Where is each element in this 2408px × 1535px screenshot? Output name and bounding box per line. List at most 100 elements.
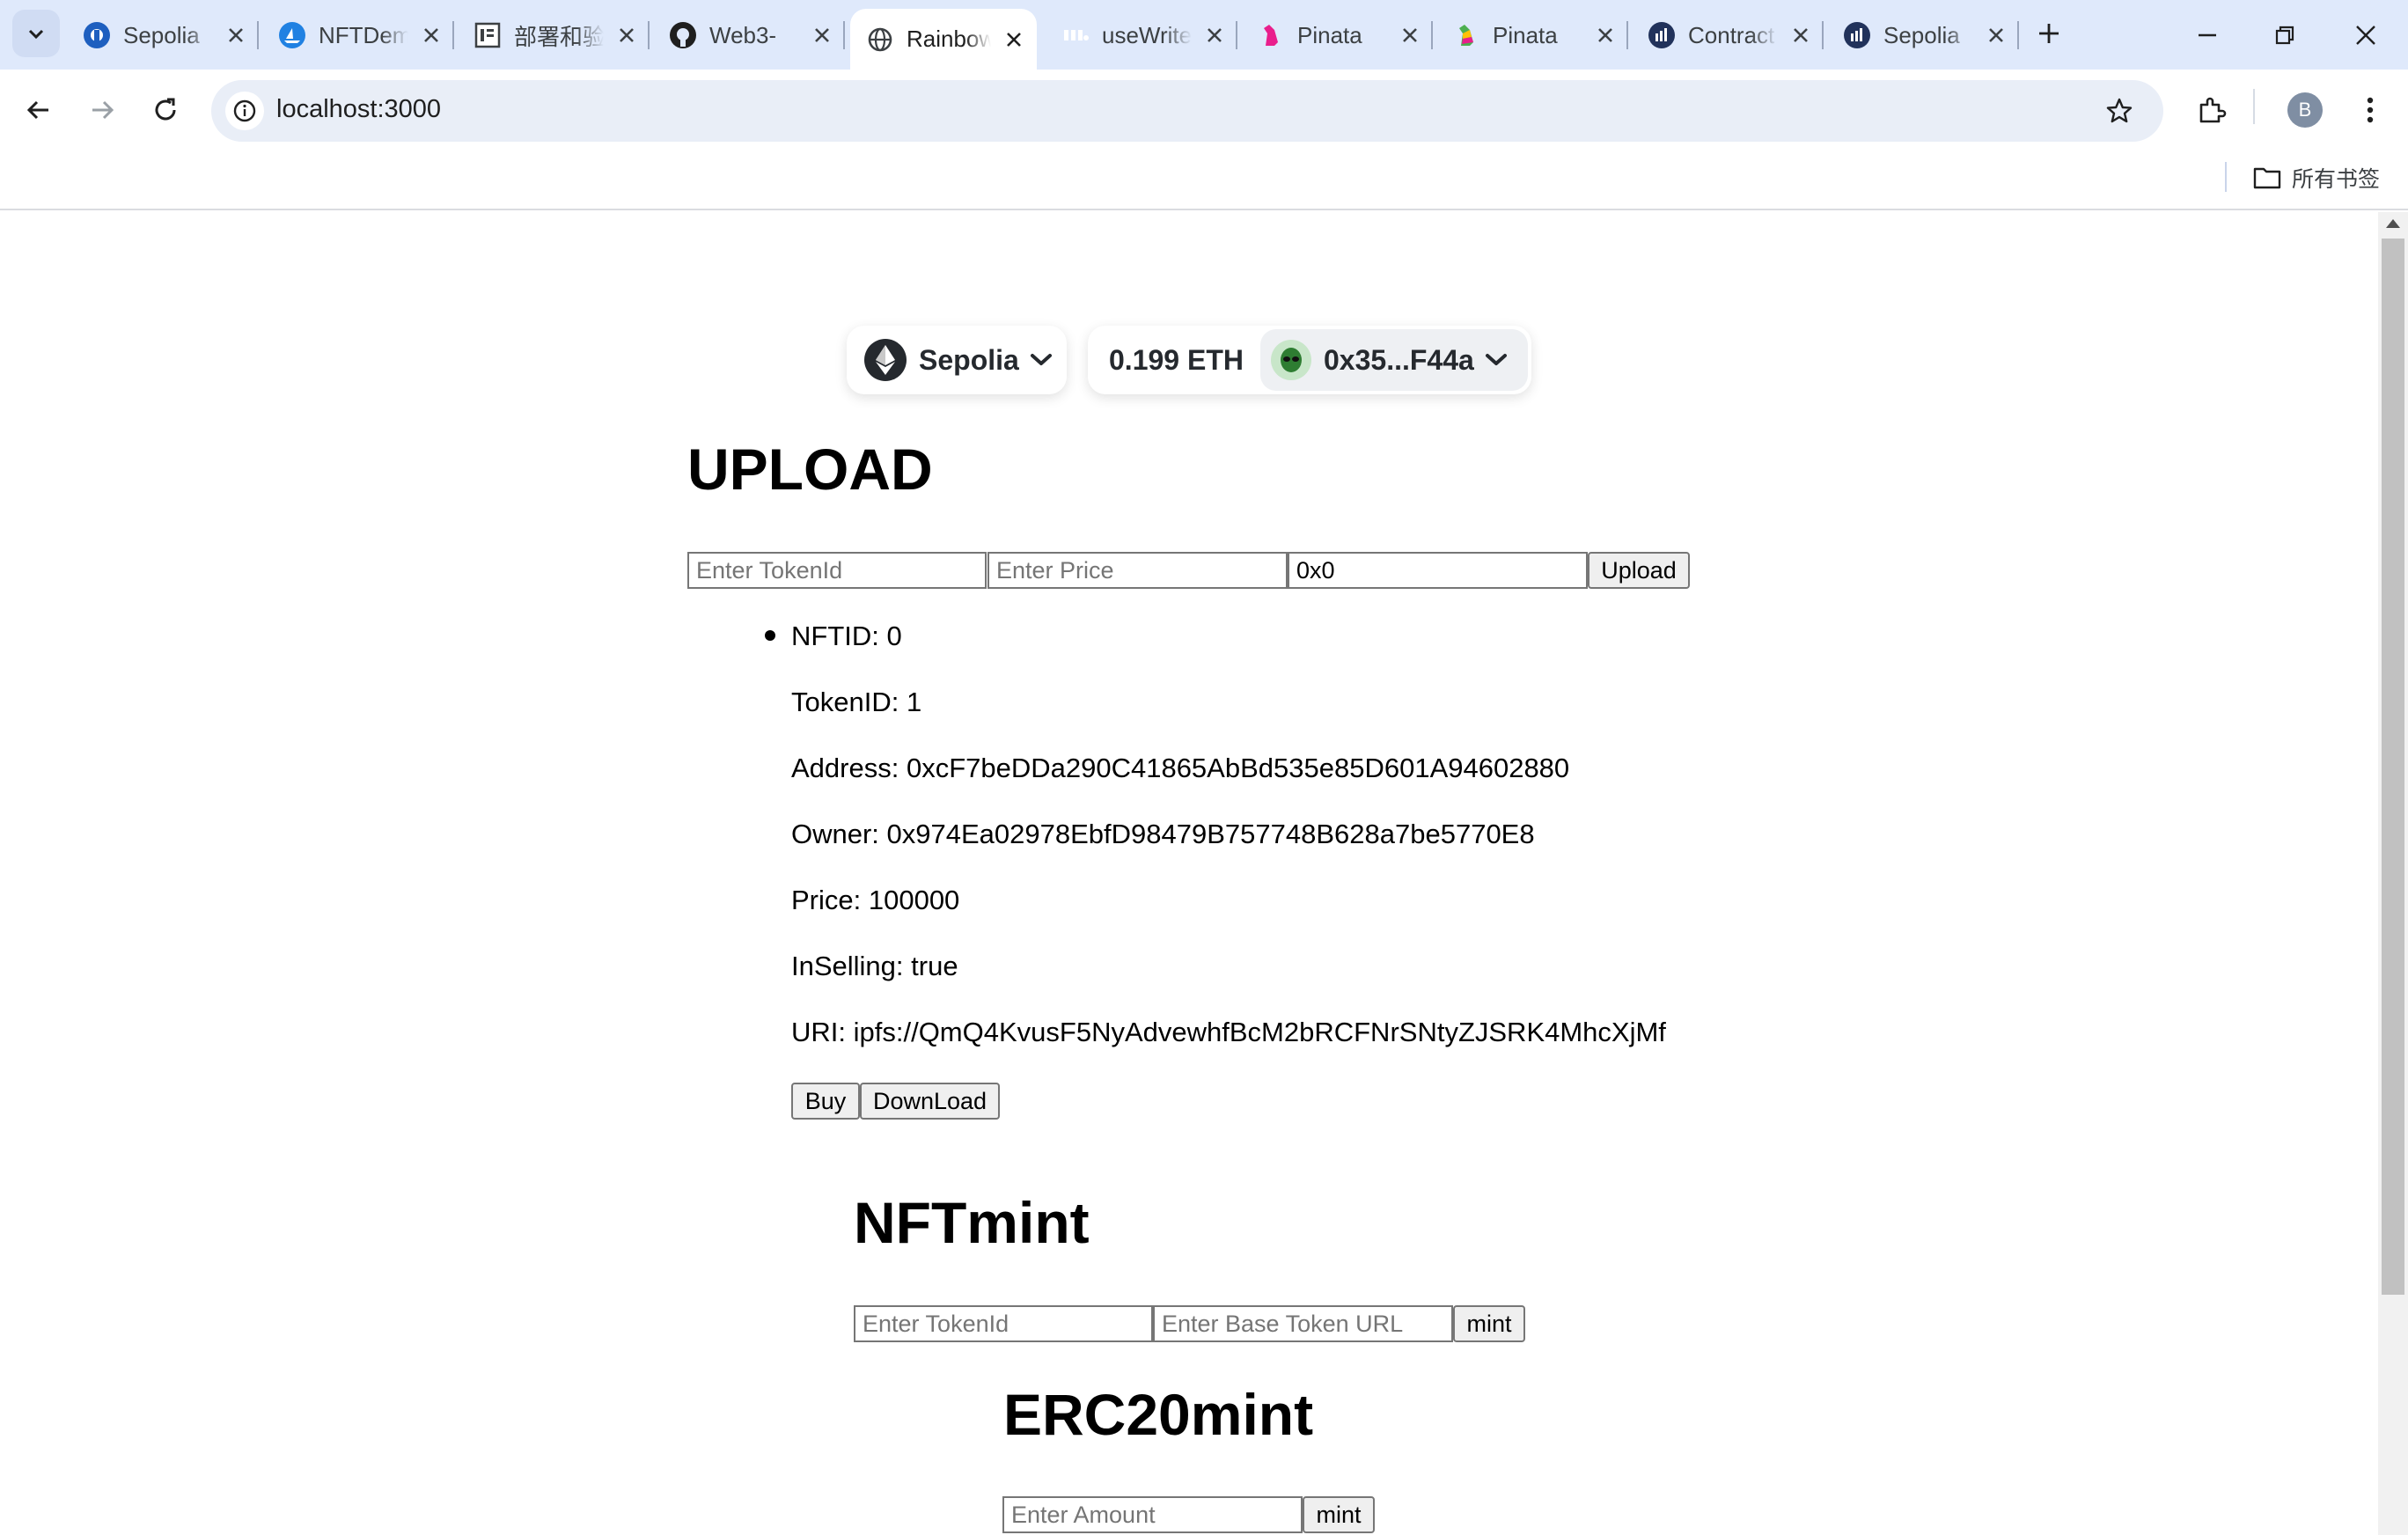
tab-github[interactable]: Web3- <box>650 11 845 60</box>
etherscan-icon <box>1843 21 1871 49</box>
tab-title: useWrite <box>1102 21 1192 48</box>
tab-nftdemo[interactable]: NFTDemo <box>259 11 454 60</box>
tab-title: Sepolia <box>1883 21 1960 48</box>
tab-usewrite[interactable]: useWrite <box>1042 11 1237 60</box>
alien-avatar-icon <box>1271 340 1311 380</box>
forward-button[interactable] <box>77 85 127 135</box>
nftmint-button[interactable]: mint <box>1453 1305 1525 1342</box>
tab-title: NFTDemo <box>319 21 408 48</box>
url-text: localhost:3000 <box>276 95 442 123</box>
tab-title: Pinata <box>1297 21 1362 48</box>
arrow-left-icon <box>26 100 48 120</box>
profile-button[interactable]: B <box>2283 88 2327 132</box>
doc-icon <box>474 21 502 49</box>
account-button[interactable]: 0x35...F44a <box>1260 329 1528 391</box>
erc20mint-button[interactable]: mint <box>1303 1496 1375 1533</box>
nft-token-id: TokenID: 1 <box>791 687 922 717</box>
account-address: 0x35...F44a <box>1324 343 1474 376</box>
wallet-balance: 0.199 ETH <box>1109 343 1244 376</box>
page-viewport: Sepolia 0.199 ETH 0x35...F44a UPLOAD Upl… <box>0 212 2408 1535</box>
close-icon[interactable] <box>222 21 250 49</box>
buy-button[interactable]: Buy <box>791 1083 860 1120</box>
minimize-button[interactable] <box>2181 9 2234 62</box>
nftmint-baseurl-input[interactable] <box>1153 1305 1453 1342</box>
upload-address-input[interactable] <box>1288 552 1588 589</box>
close-icon[interactable] <box>1591 21 1619 49</box>
nftmint-heading: NFTmint <box>854 1190 1090 1255</box>
etherscan-icon <box>83 21 111 49</box>
upload-price-input[interactable] <box>987 552 1288 589</box>
all-bookmarks-label: 所有书签 <box>2292 167 2381 192</box>
tab-contract[interactable]: Contract <box>1628 11 1824 60</box>
pinata-icon <box>1452 21 1480 49</box>
tab-pinata-1[interactable]: Pinata <box>1237 11 1433 60</box>
arrow-right-icon <box>92 100 114 120</box>
tab-rainbow-active[interactable]: Rainbow <box>850 9 1037 70</box>
toolbar-divider <box>2253 89 2255 124</box>
download-button[interactable]: DownLoad <box>860 1083 1000 1120</box>
etherscan-icon <box>1648 21 1676 49</box>
close-icon[interactable] <box>417 21 445 49</box>
reload-icon <box>155 98 176 121</box>
chain-label: Sepolia <box>919 343 1019 376</box>
nft-address: Address: 0xcF7beDDa290C41865AbBd535e85D6… <box>791 753 1570 783</box>
tab-strip: Sepolia NFTDemo 部署和验证 Web3- Rainbow useW… <box>0 0 2408 70</box>
wagmi-icon <box>1061 21 1090 49</box>
nft-price: Price: 100000 <box>791 885 960 915</box>
reload-button[interactable] <box>141 85 190 135</box>
close-window-button[interactable] <box>2339 9 2392 62</box>
back-button[interactable] <box>14 85 63 135</box>
close-icon[interactable] <box>1000 26 1028 54</box>
tab-title: Contract <box>1688 21 1775 48</box>
tab-pinata-2[interactable]: Pinata <box>1433 11 1628 60</box>
upload-tokenid-input[interactable] <box>687 552 987 589</box>
nft-inselling: InSelling: true <box>791 951 958 981</box>
upload-button[interactable]: Upload <box>1588 552 1690 589</box>
menu-icon[interactable] <box>2348 88 2392 132</box>
list-bullet <box>765 630 775 641</box>
bookmarks-bar: 所有书签 <box>0 151 2408 210</box>
upload-heading: UPLOAD <box>687 437 933 502</box>
close-icon[interactable] <box>1396 21 1424 49</box>
ethereum-icon <box>864 339 907 381</box>
nft-uri: URI: ipfs://QmQ4KvusF5NyAdvewhfBcM2bRCFN… <box>791 1017 1666 1047</box>
account-panel: 0.199 ETH 0x35...F44a <box>1088 326 1531 394</box>
chevron-down-icon <box>1485 353 1508 367</box>
tab-docs[interactable]: 部署和验证 <box>454 11 650 60</box>
tab-title: 部署和验证 <box>514 23 604 50</box>
nftmint-tokenid-input[interactable] <box>854 1305 1153 1342</box>
close-icon[interactable] <box>1200 21 1229 49</box>
nft-id: NFTID: 0 <box>791 621 902 651</box>
close-icon[interactable] <box>613 21 641 49</box>
opensea-icon <box>278 21 306 49</box>
vertical-scrollbar[interactable] <box>2378 212 2408 1535</box>
scroll-up-arrow-icon[interactable] <box>2386 219 2400 228</box>
restore-icon <box>2275 26 2294 45</box>
avatar: B <box>2287 92 2323 128</box>
tab-sepolia-1[interactable]: Sepolia <box>63 11 259 60</box>
tab-sepolia-2[interactable]: Sepolia <box>1824 11 2019 60</box>
close-icon[interactable] <box>1982 21 2010 49</box>
address-bar[interactable]: localhost:3000 <box>211 80 2163 142</box>
tab-search-button[interactable] <box>12 10 60 57</box>
erc20mint-amount-input[interactable] <box>1002 1496 1303 1533</box>
chevron-down-icon <box>28 29 44 40</box>
folder-icon <box>2253 167 2281 189</box>
scrollbar-thumb[interactable] <box>2382 239 2404 1295</box>
extensions-icon[interactable] <box>2190 88 2234 132</box>
restore-button[interactable] <box>2258 9 2311 62</box>
close-icon <box>2356 26 2375 45</box>
new-tab-button[interactable] <box>2030 14 2068 53</box>
erc20mint-heading: ERC20mint <box>1003 1382 1314 1447</box>
close-icon[interactable] <box>808 21 836 49</box>
bookmarks-divider <box>2225 162 2227 192</box>
close-icon[interactable] <box>1787 21 1815 49</box>
chain-selector-button[interactable]: Sepolia <box>847 326 1067 394</box>
github-icon <box>669 21 697 49</box>
plus-icon <box>2039 24 2059 43</box>
bookmark-star-icon[interactable] <box>2100 92 2139 130</box>
site-info-icon[interactable] <box>225 92 264 130</box>
minimize-icon <box>2199 33 2216 37</box>
all-bookmarks-button[interactable]: 所有书签 <box>2253 158 2380 197</box>
tab-title: Rainbow <box>907 26 991 52</box>
